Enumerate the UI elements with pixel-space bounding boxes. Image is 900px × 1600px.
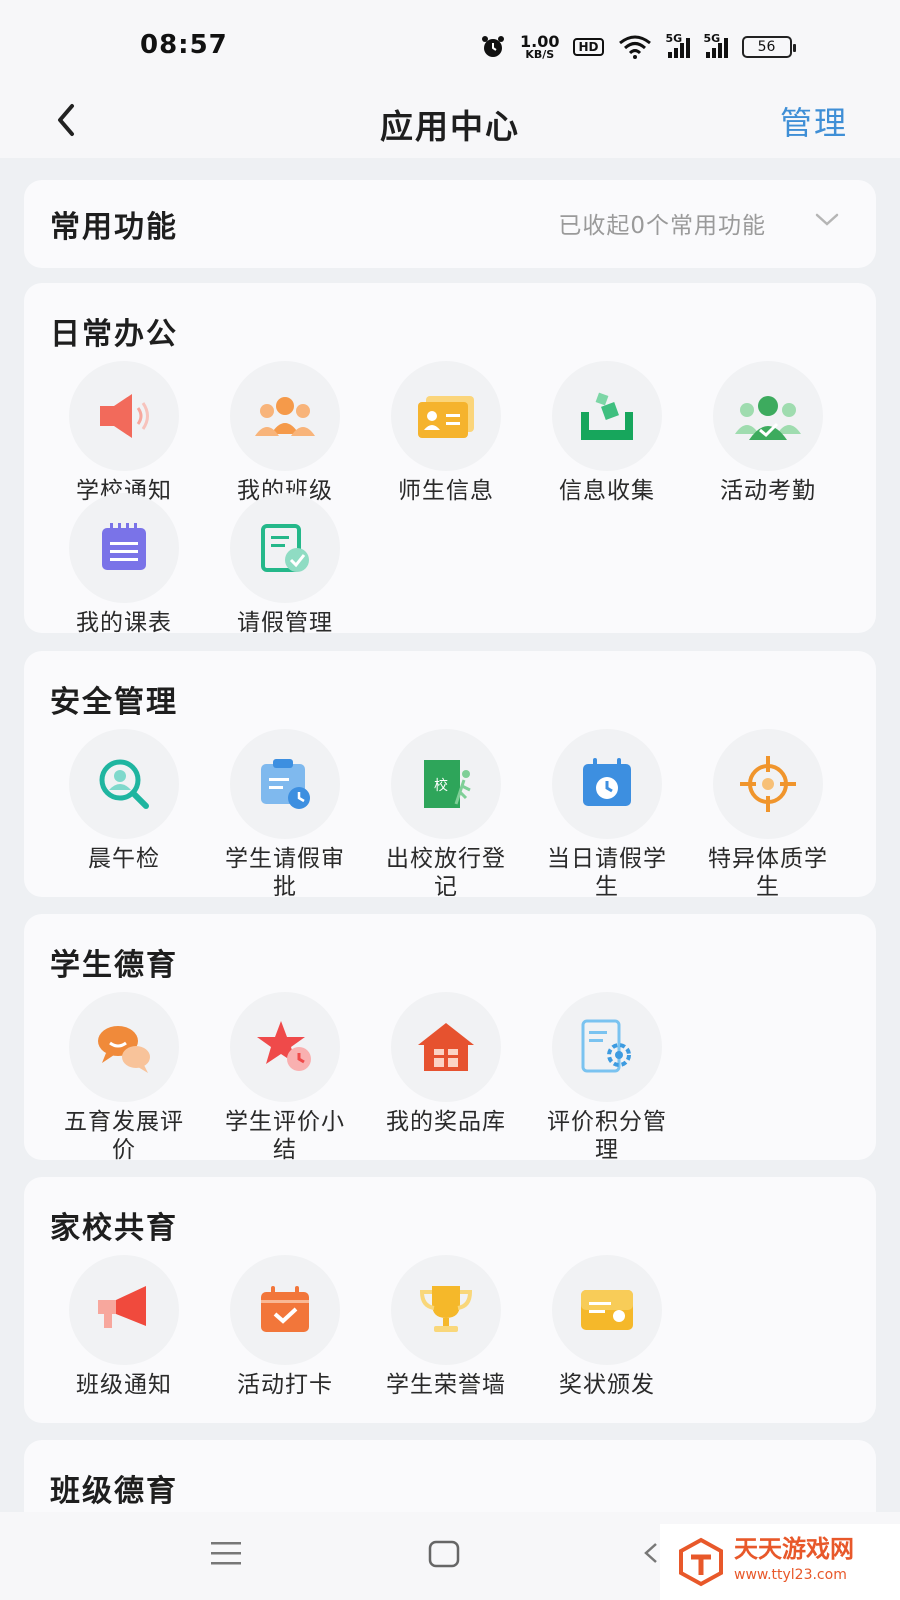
app-info-collection[interactable]: 信息收集 — [527, 361, 687, 505]
app-award-certificate[interactable]: 奖状颁发 — [527, 1255, 687, 1399]
frequent-title: 常用功能 — [50, 210, 178, 245]
chevron-down-icon[interactable] — [814, 212, 840, 228]
section-title: 日常办公 — [50, 317, 178, 352]
chat-bubbles-icon — [98, 1026, 150, 1073]
app-label: 活动打卡 — [237, 1372, 333, 1398]
signal-icon-sim1: 5G — [666, 32, 690, 58]
app-five-education-eval[interactable]: 五育发展评价 — [44, 992, 204, 1164]
app-label: 信息收集 — [559, 478, 655, 504]
section-title: 学生德育 — [50, 948, 178, 983]
page-title: 应用中心 — [380, 107, 520, 146]
watermark: 天天游戏网 www.ttyl23.com — [660, 1524, 900, 1600]
status-bar: 08:57 1.00 KB/S HD 5G 5G 56 — [0, 0, 900, 90]
app-honor-wall[interactable]: 学生荣誉墙 — [366, 1255, 526, 1399]
app-school-notice[interactable]: 学校通知 — [44, 361, 204, 505]
home-icon[interactable] — [428, 1536, 460, 1570]
section-title: 班级德育 — [50, 1474, 178, 1509]
app-health-check[interactable]: 晨午检 — [44, 729, 204, 873]
app-header: 应用中心 管理 — [0, 90, 900, 158]
app-special-constitution[interactable]: 特异体质学生 — [688, 729, 848, 901]
target-icon — [740, 756, 796, 812]
collect-box-icon — [581, 392, 633, 440]
wifi-icon — [618, 35, 651, 59]
svg-text:校: 校 — [434, 777, 448, 794]
group-icon — [255, 397, 315, 436]
app-activity-attendance[interactable]: 活动考勤 — [688, 361, 848, 505]
star-clock-icon — [257, 1021, 311, 1071]
collapsed-hint: 已收起0个常用功能 — [558, 213, 766, 239]
section-daily-office: 日常办公 学校通知 我的班级 师生信息 信息收集 活动考勤 我的课表 请假管理 — [24, 283, 876, 636]
gift-house-icon — [418, 1023, 474, 1071]
leave-form-icon — [261, 524, 309, 572]
trophy-icon — [419, 1286, 473, 1332]
health-check-icon — [99, 759, 149, 809]
app-class-notice[interactable]: 班级通知 — [44, 1255, 204, 1399]
app-label: 五育发展评价 — [64, 1109, 184, 1163]
speaker-icon — [100, 394, 149, 438]
section-student-moral: 学生德育 五育发展评价 学生评价小结 我的奖品库 评价积分管理 — [24, 914, 876, 1163]
alarm-icon — [482, 36, 504, 57]
section-title: 安全管理 — [50, 685, 178, 720]
app-label: 评价积分管理 — [547, 1109, 667, 1163]
frequent-functions-card[interactable]: 常用功能 已收起0个常用功能 — [24, 180, 876, 268]
app-label: 我的课表 — [76, 610, 172, 636]
exit-door-icon: 校 — [424, 760, 471, 808]
app-my-class[interactable]: 我的班级 — [205, 361, 365, 505]
hd-badge: HD — [573, 38, 604, 56]
app-my-schedule[interactable]: 我的课表 — [44, 493, 204, 637]
app-label: 活动考勤 — [720, 478, 816, 504]
net-speed: 1.00 KB/S — [520, 32, 560, 61]
menu-icon[interactable] — [210, 1536, 242, 1570]
section-safety-management: 安全管理 晨午检 学生请假审批 校 出校放行登记 当日请假学生 特异体质学生 — [24, 651, 876, 900]
app-student-eval-summary[interactable]: 学生评价小结 — [205, 992, 365, 1164]
status-icons: 1.00 KB/S HD 5G 5G 56 — [480, 30, 796, 64]
manage-button[interactable]: 管理 — [780, 98, 848, 144]
checkin-calendar-icon — [261, 1286, 309, 1332]
attendance-icon — [735, 396, 801, 440]
app-exit-registration[interactable]: 校 出校放行登记 — [366, 729, 526, 901]
app-label: 师生信息 — [398, 478, 494, 504]
app-label: 出校放行登记 — [386, 846, 506, 900]
app-label: 奖状颁发 — [559, 1372, 655, 1398]
certificate-icon — [581, 1290, 633, 1330]
app-leave-approval[interactable]: 学生请假审批 — [205, 729, 365, 901]
megaphone-icon — [98, 1286, 146, 1328]
app-leave-management[interactable]: 请假管理 — [205, 493, 365, 637]
app-label: 学生评价小结 — [225, 1109, 345, 1163]
app-teacher-student-info[interactable]: 师生信息 — [366, 361, 526, 505]
watermark-text: 天天游戏网 www.ttyl23.com — [734, 1535, 854, 1583]
status-time: 08:57 — [140, 30, 228, 60]
id-card-icon — [418, 396, 474, 438]
app-today-leave-students[interactable]: 当日请假学生 — [527, 729, 687, 901]
app-label: 学生请假审批 — [225, 846, 345, 900]
app-eval-points-management[interactable]: 评价积分管理 — [527, 992, 687, 1164]
settings-doc-icon — [581, 1019, 631, 1073]
app-label: 请假管理 — [237, 610, 333, 636]
schedule-icon — [102, 523, 146, 570]
watermark-logo-icon — [679, 1537, 723, 1587]
section-title: 家校共育 — [50, 1211, 178, 1246]
battery-icon: 56 — [741, 36, 796, 58]
section-home-school: 家校共育 班级通知 活动打卡 学生荣誉墙 奖状颁发 — [24, 1177, 876, 1423]
app-label: 晨午检 — [88, 846, 160, 872]
app-label: 当日请假学生 — [547, 846, 667, 900]
signal-icon-sim2: 5G — [704, 32, 728, 58]
app-label: 特异体质学生 — [708, 846, 828, 900]
app-my-prize-library[interactable]: 我的奖品库 — [366, 992, 526, 1136]
calendar-clock-icon — [583, 758, 631, 806]
app-label: 学生荣誉墙 — [386, 1372, 506, 1398]
back-nav-icon[interactable] — [640, 1536, 660, 1570]
app-activity-checkin[interactable]: 活动打卡 — [205, 1255, 365, 1399]
app-label: 我的奖品库 — [386, 1109, 506, 1135]
app-label: 班级通知 — [76, 1372, 172, 1398]
leave-approval-icon — [261, 759, 310, 809]
